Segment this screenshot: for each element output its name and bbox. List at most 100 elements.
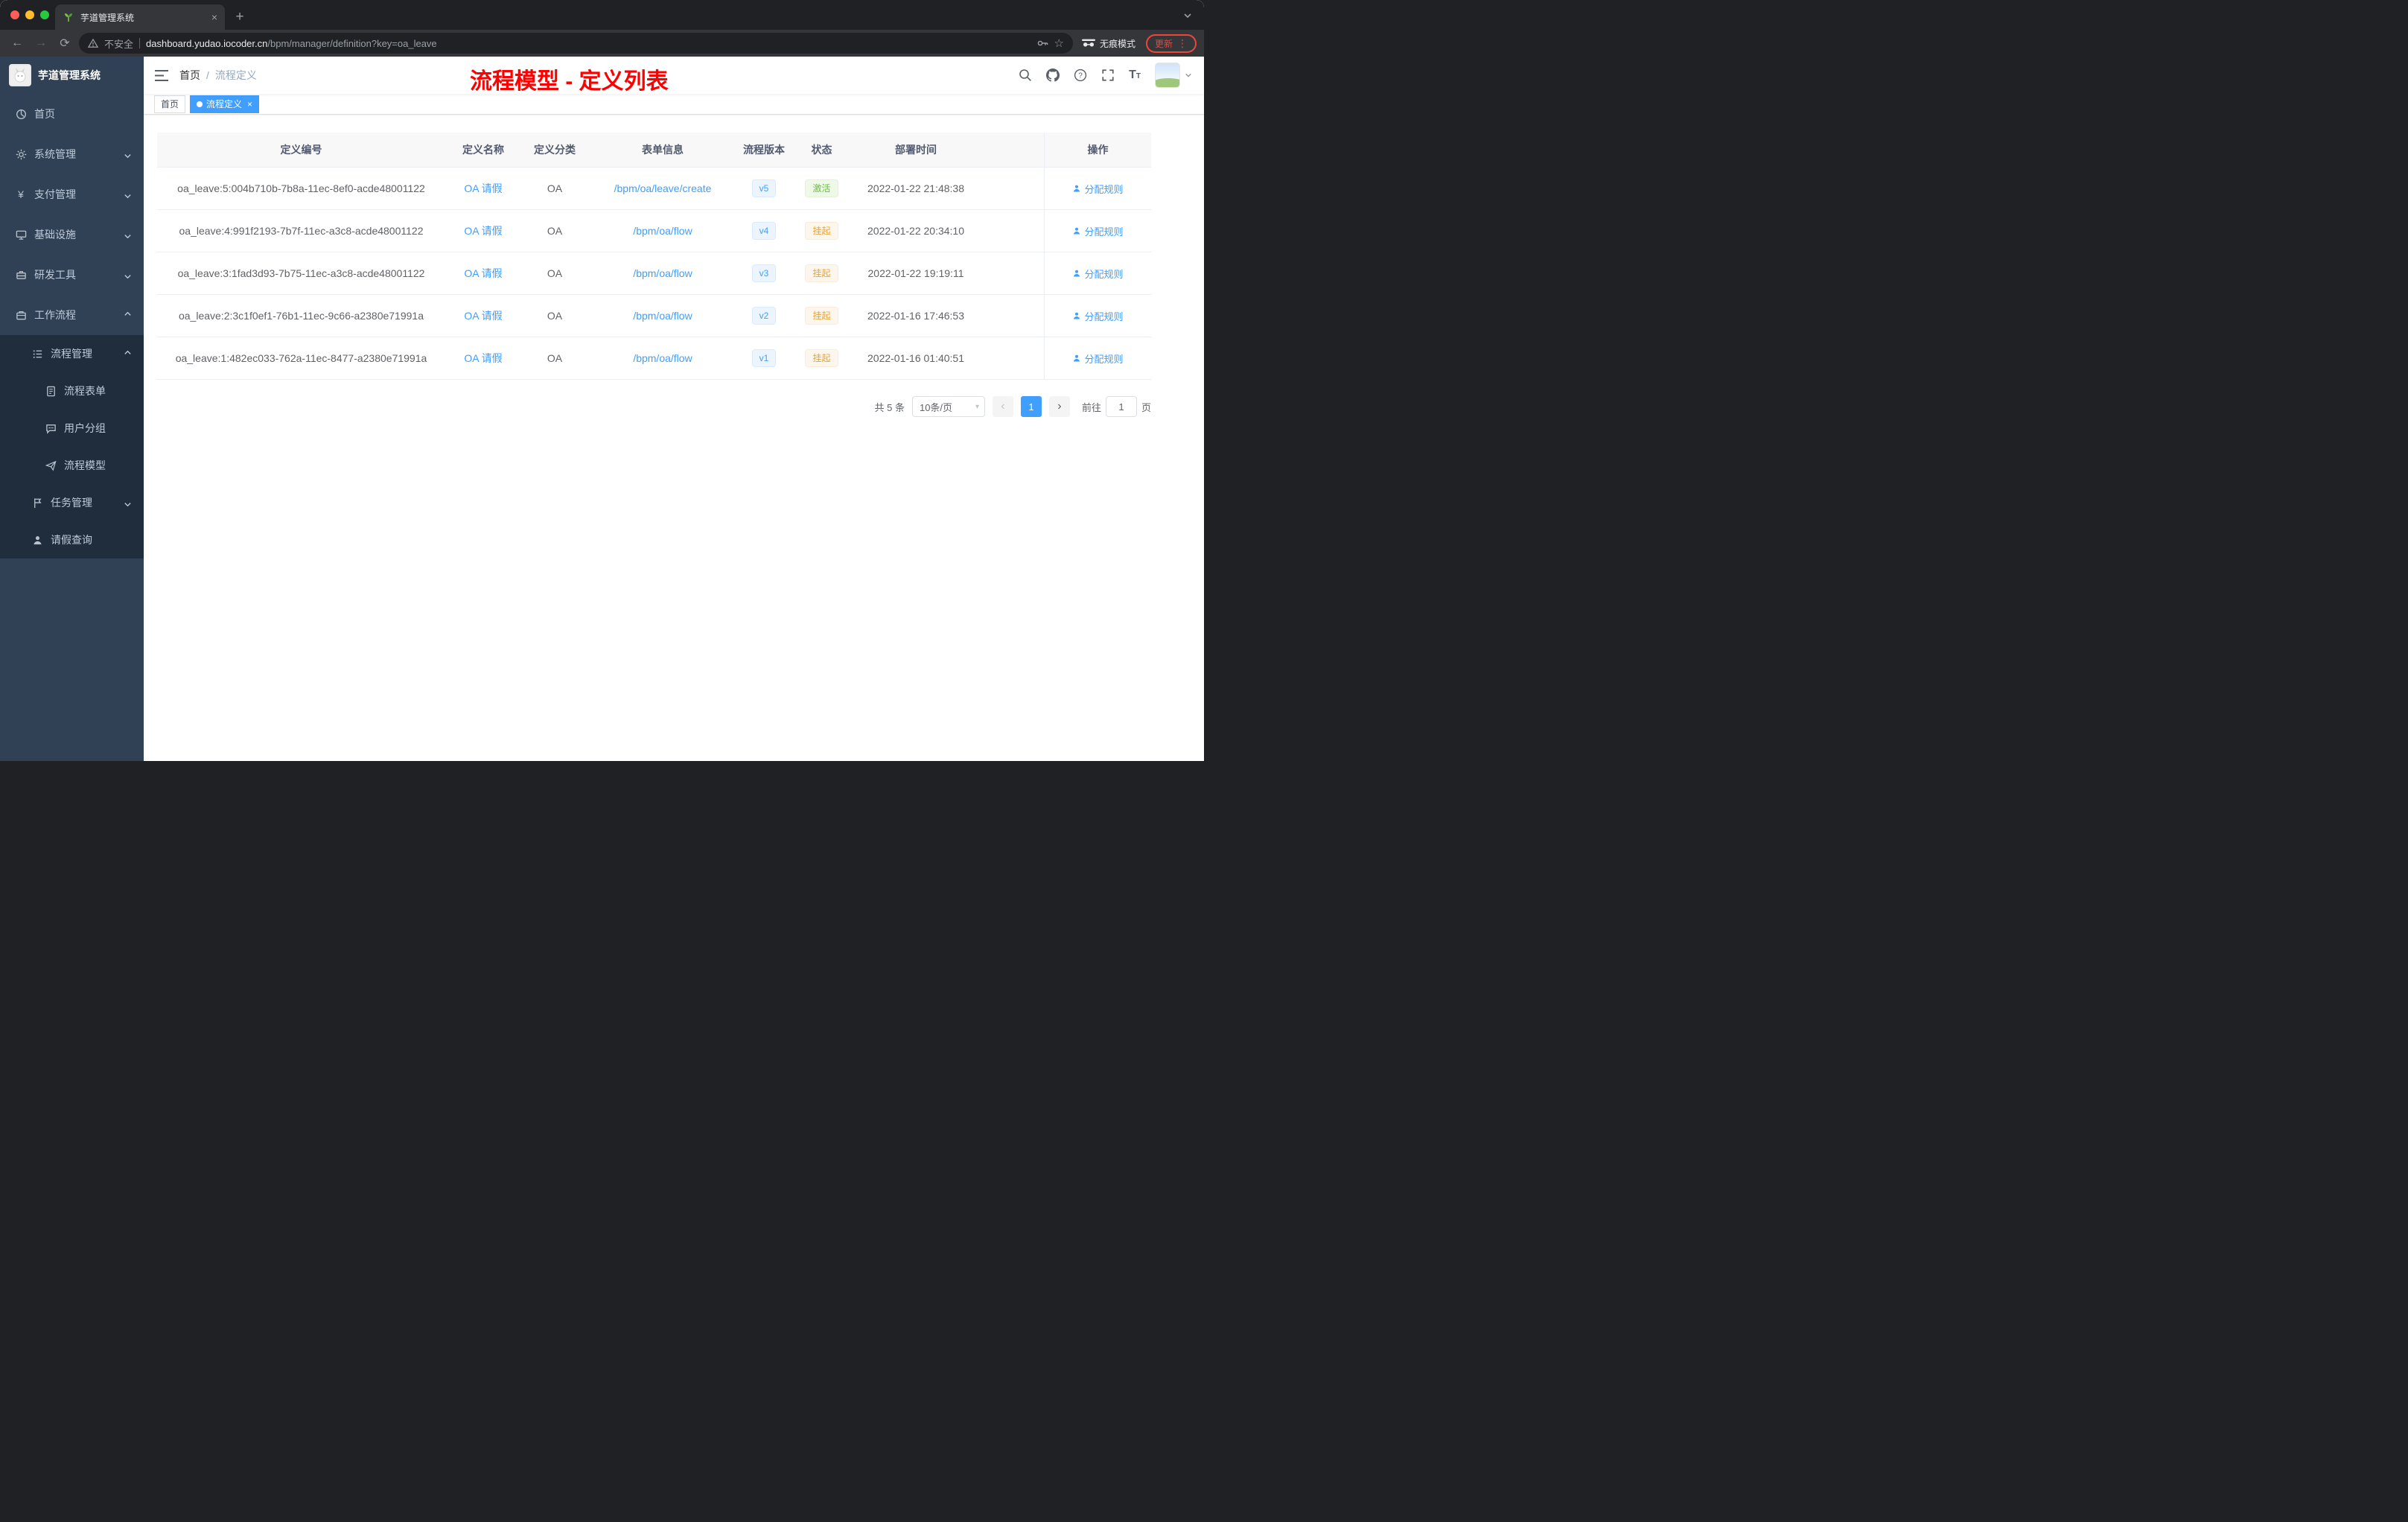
help-icon[interactable]: ?: [1074, 69, 1087, 82]
assign-rule-link[interactable]: 分配规则: [1072, 267, 1124, 281]
assign-rule-link[interactable]: 分配规则: [1072, 309, 1124, 323]
browser-update-button[interactable]: 更新 ⋮: [1145, 34, 1197, 53]
user-menu[interactable]: [1155, 63, 1192, 88]
form-info-link[interactable]: /bpm/oa/flow: [633, 225, 692, 237]
pagination: 共 5 条 10条/页 ▾ ‹ 1 › 前往 页: [157, 396, 1151, 417]
sidebar-menu: 首页 系统管理 ¥ 支付管理 基础设施 研发工具 工作流程 流程管理 流程表单 …: [0, 94, 144, 558]
avatar: [1155, 63, 1180, 88]
search-icon[interactable]: [1019, 69, 1032, 82]
user-icon: [1074, 270, 1080, 277]
col-definition-id: 定义编号: [157, 133, 445, 168]
user-icon: [31, 534, 43, 546]
definition-category: OA: [521, 168, 588, 210]
incognito-badge: 无痕模式: [1081, 37, 1135, 50]
sidebar-item-label: 系统管理: [34, 148, 76, 160]
sidebar-collapse-icon[interactable]: [154, 69, 169, 82]
definition-name-link[interactable]: OA 请假: [464, 225, 502, 237]
sidebar-item-home[interactable]: 首页: [0, 94, 144, 134]
goto-page-input[interactable]: [1105, 396, 1137, 417]
github-icon[interactable]: [1046, 69, 1060, 82]
tab-search-chevron-icon[interactable]: [1183, 10, 1192, 24]
sidebar-item-infrastructure[interactable]: 基础设施: [0, 214, 144, 255]
tag-process-definition[interactable]: 流程定义 ×: [190, 95, 260, 113]
maximize-window-button[interactable]: [40, 10, 49, 19]
page-size-select[interactable]: 10条/页 ▾: [911, 396, 985, 417]
sidebar-item-process-model[interactable]: 流程模型: [0, 447, 144, 484]
sidebar-item-label: 流程模型: [64, 459, 106, 471]
sidebar-item-process-form[interactable]: 流程表单: [0, 372, 144, 410]
tag-close-icon[interactable]: ×: [247, 99, 252, 109]
active-tag-dot: [197, 101, 203, 107]
close-window-button[interactable]: [10, 10, 19, 19]
tab-title: 芋道管理系统: [80, 12, 135, 23]
definition-table: 定义编号 定义名称 定义分类 表单信息 流程版本 状态 部署时间 操作 oa_l…: [157, 133, 1151, 380]
form-info-link[interactable]: /bpm/oa/flow: [633, 352, 692, 364]
status-badge: 挂起: [805, 222, 838, 240]
definition-name-link[interactable]: OA 请假: [464, 267, 502, 279]
version-badge: v1: [751, 349, 777, 367]
breadcrumb-home[interactable]: 首页: [179, 68, 200, 83]
reload-button[interactable]: ⟳: [55, 34, 74, 53]
user-icon: [1074, 227, 1080, 235]
assign-rule-link[interactable]: 分配规则: [1072, 351, 1124, 366]
table-row: oa_leave:3:1fad3d93-7b75-11ec-a3c8-acde4…: [157, 252, 1151, 295]
status-badge: 挂起: [805, 307, 838, 325]
definition-name-link[interactable]: OA 请假: [464, 182, 502, 194]
bookmark-star-icon[interactable]: ☆: [1054, 36, 1064, 50]
table-row: oa_leave:1:482ec033-762a-11ec-8477-a2380…: [157, 337, 1151, 380]
tag-label: 首页: [161, 99, 179, 109]
url-text: dashboard.yudao.iocoder.cn/bpm/manager/d…: [146, 38, 1031, 49]
sidebar-item-system[interactable]: 系统管理: [0, 134, 144, 174]
fullscreen-icon[interactable]: [1101, 69, 1115, 82]
minimize-window-button[interactable]: [25, 10, 34, 19]
assign-rule-link[interactable]: 分配规则: [1072, 224, 1124, 238]
sidebar-item-process-management[interactable]: 流程管理: [0, 335, 144, 372]
sidebar-item-workflow[interactable]: 工作流程: [0, 295, 144, 335]
definition-category: OA: [521, 252, 588, 295]
sidebar-item-payment[interactable]: ¥ 支付管理: [0, 174, 144, 214]
back-button[interactable]: ←: [7, 34, 27, 53]
table-row: oa_leave:2:3c1f0ef1-76b1-11ec-9c66-a2380…: [157, 295, 1151, 337]
address-bar[interactable]: 不安全 dashboard.yudao.iocoder.cn/bpm/manag…: [79, 33, 1073, 54]
page-number-button[interactable]: 1: [1020, 396, 1042, 417]
form-info-link[interactable]: /bpm/oa/flow: [633, 310, 692, 322]
user-icon: [1074, 354, 1080, 362]
browser-menu-icon[interactable]: ⋮: [1177, 37, 1188, 50]
breadcrumb: 首页 / 流程定义: [179, 68, 257, 83]
sidebar-item-user-group[interactable]: 用户分组: [0, 410, 144, 447]
sidebar-item-devtools[interactable]: 研发工具: [0, 255, 144, 295]
definition-name-link[interactable]: OA 请假: [464, 352, 502, 364]
tag-home[interactable]: 首页: [154, 95, 186, 113]
table-row: oa_leave:4:991f2193-7b7f-11ec-a3c8-acde4…: [157, 210, 1151, 252]
next-page-button[interactable]: ›: [1048, 396, 1070, 417]
col-definition-name: 定义名称: [445, 133, 521, 168]
version-badge: v3: [751, 264, 777, 282]
prev-page-button[interactable]: ‹: [992, 396, 1013, 417]
deploy-time: 2022-01-22 21:48:38: [853, 168, 979, 210]
assign-rule-link[interactable]: 分配规则: [1072, 182, 1124, 196]
sidebar-logo[interactable]: 芋道管理系统: [0, 57, 144, 94]
tab-close-icon[interactable]: ×: [211, 11, 217, 23]
definition-id: oa_leave:1:482ec033-762a-11ec-8477-a2380…: [157, 337, 445, 380]
sidebar-item-task-management[interactable]: 任务管理: [0, 484, 144, 521]
goto-page: 前往 页: [1082, 396, 1151, 417]
chevron-down-icon: [124, 191, 132, 199]
font-size-icon[interactable]: TT: [1129, 69, 1141, 82]
form-info-link[interactable]: /bpm/oa/leave/create: [614, 182, 712, 194]
sidebar-item-leave-query[interactable]: 请假查询: [0, 521, 144, 558]
sidebar-item-label: 任务管理: [51, 497, 92, 509]
sidebar-item-label: 用户分组: [64, 422, 106, 434]
forward-button[interactable]: →: [31, 34, 51, 53]
password-key-icon[interactable]: [1036, 37, 1048, 49]
chat-group-icon: [45, 422, 57, 434]
page-content: 定义编号 定义名称 定义分类 表单信息 流程版本 状态 部署时间 操作 oa_l…: [144, 115, 1204, 761]
form-info-link[interactable]: /bpm/oa/flow: [633, 267, 692, 279]
browser-tab[interactable]: 芋道管理系统 ×: [55, 4, 225, 30]
app-title: 芋道管理系统: [38, 69, 101, 81]
definition-name-link[interactable]: OA 请假: [464, 310, 502, 322]
briefcase-icon: [15, 309, 27, 321]
app-root: 芋道管理系统 首页 系统管理 ¥ 支付管理 基础设施 研发工具 工作流程 流程管…: [0, 57, 1204, 761]
svg-text:?: ?: [1078, 72, 1083, 80]
new-tab-button[interactable]: +: [229, 7, 250, 28]
home-icon: [15, 108, 27, 120]
